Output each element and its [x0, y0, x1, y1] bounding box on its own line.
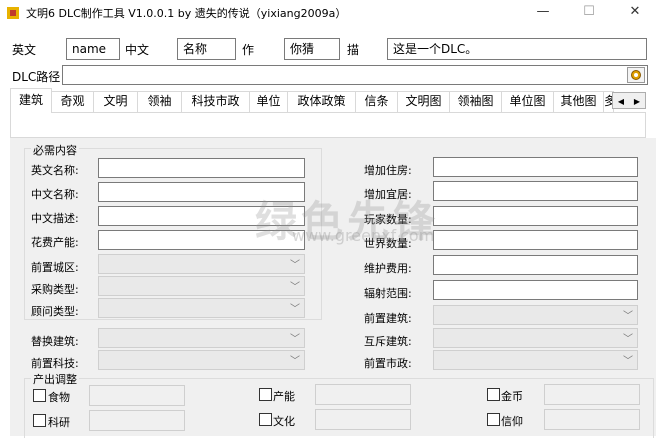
production-cost-label: 花费产能:: [31, 236, 79, 249]
description-label: 描: [347, 43, 360, 57]
gold-value-field[interactable]: [544, 384, 640, 405]
tab-beliefs[interactable]: 信条: [356, 91, 398, 112]
production-label: 产能: [273, 390, 295, 403]
close-button[interactable]: ✕: [612, 0, 658, 26]
prereq-tech-select[interactable]: ﹀: [98, 350, 305, 370]
tab-tech-civics[interactable]: 科技市政: [182, 91, 250, 112]
window-title: 文明6 DLC制作工具 V1.0.0.1 by 遗失的传说（yixiang200…: [26, 7, 347, 20]
food-value-field[interactable]: [89, 385, 185, 406]
exclusive-building-select[interactable]: ﹀: [433, 328, 638, 348]
browse-folder-button[interactable]: [627, 67, 645, 83]
amenity-field[interactable]: [433, 181, 638, 201]
english-label: 英文: [12, 43, 37, 57]
prereq-district-select[interactable]: ﹀: [98, 254, 305, 274]
scroll-right-icon[interactable]: ▶: [629, 94, 645, 109]
advisor-type-select[interactable]: ﹀: [98, 298, 305, 318]
folder-search-icon: [631, 70, 641, 80]
player-count-field[interactable]: [433, 206, 638, 226]
chevron-down-icon: ﹀: [290, 282, 300, 293]
science-value-field[interactable]: [89, 410, 185, 431]
production-checkbox[interactable]: [259, 388, 272, 401]
tab-civ-images[interactable]: 文明图: [398, 91, 450, 112]
watermark-url: www.greenxf.com: [292, 226, 435, 245]
culture-label: 文化: [273, 415, 295, 428]
chevron-down-icon: ﹀: [623, 334, 633, 345]
tab-buildings[interactable]: 建筑: [10, 88, 52, 113]
tab-governments-policies[interactable]: 政体政策: [288, 91, 356, 112]
title-bar: 文明6 DLC制作工具 V1.0.0.1 by 遗失的传说（yixiang200…: [0, 0, 658, 26]
prereq-civic-select[interactable]: ﹀: [433, 350, 638, 370]
app-icon: [7, 7, 19, 19]
author-input[interactable]: 你猜: [284, 38, 340, 60]
chinese-label: 中文: [125, 43, 150, 57]
prereq-district-label: 前置城区:: [31, 261, 79, 274]
prereq-building-select[interactable]: ﹀: [433, 305, 638, 325]
author-label: 作: [242, 43, 255, 57]
maximize-button[interactable]: ☐: [566, 0, 612, 26]
housing-field[interactable]: [433, 157, 638, 177]
tab-leader-images[interactable]: 领袖图: [450, 91, 502, 112]
production-value-field[interactable]: [315, 384, 411, 405]
prereq-building-label: 前置建筑:: [364, 312, 412, 325]
description-input[interactable]: 这是一个DLC。: [387, 38, 647, 60]
scroll-left-icon[interactable]: ◀: [613, 94, 629, 109]
tab-other-images[interactable]: 其他图: [554, 91, 604, 112]
english-name-input[interactable]: name: [66, 38, 120, 60]
prereq-tech-label: 前置科技:: [31, 357, 79, 370]
chinese-name-input[interactable]: 名称: [177, 38, 236, 60]
culture-checkbox[interactable]: [259, 413, 272, 426]
science-checkbox[interactable]: [33, 414, 46, 427]
food-label: 食物: [48, 391, 70, 404]
dlc-path-label: DLC路径: [12, 70, 61, 84]
faith-label: 信仰: [501, 415, 523, 428]
chevron-down-icon: ﹀: [290, 260, 300, 271]
chevron-down-icon: ﹀: [290, 356, 300, 367]
tab-wonders[interactable]: 奇观: [52, 91, 94, 112]
science-label: 科研: [48, 416, 70, 429]
tab-panel-strip: [10, 112, 646, 138]
tab-units[interactable]: 单位: [250, 91, 288, 112]
replace-building-label: 替换建筑:: [31, 335, 79, 348]
maintenance-label: 维护费用:: [364, 262, 412, 275]
tab-unit-images[interactable]: 单位图: [502, 91, 554, 112]
required-group-title: 必需内容: [31, 142, 79, 158]
english-name-field[interactable]: [98, 158, 305, 178]
tab-civilizations[interactable]: 文明: [94, 91, 138, 112]
prereq-civic-label: 前置市政:: [364, 357, 412, 370]
tab-leaders[interactable]: 领袖: [138, 91, 182, 112]
gold-label: 金币: [501, 390, 523, 403]
world-count-field[interactable]: [433, 230, 638, 250]
chevron-down-icon: ﹀: [623, 356, 633, 367]
faith-value-field[interactable]: [544, 409, 640, 430]
dlc-path-input[interactable]: [62, 65, 648, 85]
food-checkbox[interactable]: [33, 389, 46, 402]
chevron-down-icon: ﹀: [623, 311, 633, 322]
minimize-button[interactable]: —: [520, 0, 566, 26]
radius-label: 辐射范围:: [364, 287, 412, 300]
chinese-name-label: 中文名称:: [31, 188, 79, 201]
maintenance-field[interactable]: [433, 255, 638, 275]
exclusive-building-label: 互斥建筑:: [364, 335, 412, 348]
purchase-type-select[interactable]: ﹀: [98, 276, 305, 296]
english-name-label: 英文名称:: [31, 164, 79, 177]
advisor-type-label: 顾问类型:: [31, 305, 79, 318]
chevron-down-icon: ﹀: [290, 334, 300, 345]
gold-checkbox[interactable]: [487, 388, 500, 401]
output-group-title: 产出调整: [31, 371, 79, 387]
tab-scroll-control[interactable]: ◀ ▶: [612, 92, 646, 109]
purchase-type-label: 采购类型:: [31, 283, 79, 296]
replace-building-select[interactable]: ﹀: [98, 328, 305, 348]
radius-field[interactable]: [433, 280, 638, 300]
culture-value-field[interactable]: [315, 409, 411, 430]
faith-checkbox[interactable]: [487, 413, 500, 426]
housing-label: 增加住房:: [364, 164, 412, 177]
chinese-desc-label: 中文描述:: [31, 212, 79, 225]
chevron-down-icon: ﹀: [290, 304, 300, 315]
